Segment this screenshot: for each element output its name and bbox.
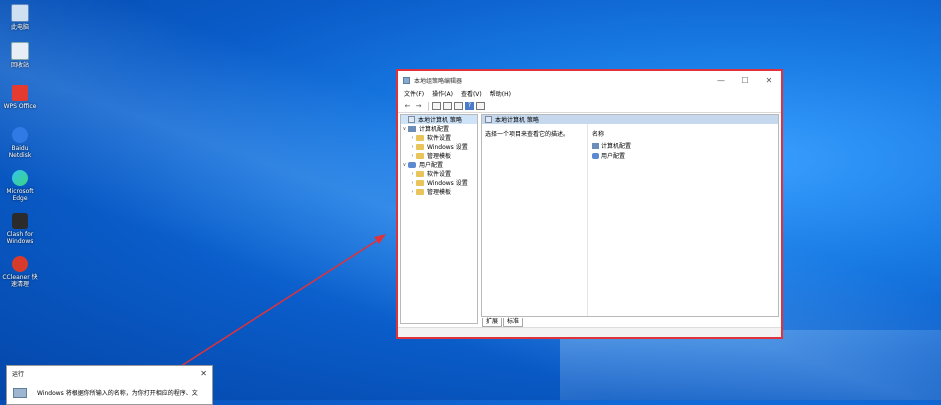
run-icon — [13, 388, 27, 398]
run-description: Windows 将根据你所输入的名称，为你打开相应的程序、文 — [37, 390, 198, 397]
run-close-button[interactable]: ✕ — [200, 369, 207, 378]
run-body: Windows 将根据你所输入的名称，为你打开相应的程序、文 — [7, 380, 212, 398]
run-title: 运行 — [12, 370, 25, 378]
run-titlebar[interactable]: 运行 ✕ — [7, 366, 212, 380]
run-dialog: 运行 ✕ Windows 将根据你所输入的名称，为你打开相应的程序、文 — [6, 365, 213, 405]
annotation-arrow — [127, 234, 386, 400]
